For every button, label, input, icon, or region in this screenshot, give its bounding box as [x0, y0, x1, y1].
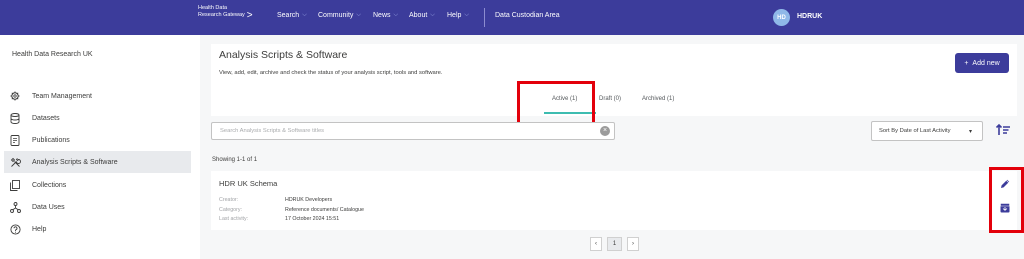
sidebar-item-label: Help	[32, 225, 47, 233]
sidebar-item-data-uses[interactable]: Data Uses	[4, 196, 191, 218]
edit-pencil-icon[interactable]	[999, 177, 1011, 189]
logo-line2: Research Gateway	[198, 12, 245, 18]
sidebar-item-datasets[interactable]: Datasets	[4, 107, 191, 129]
sort-label: Sort By Date of Last Activity	[879, 128, 951, 134]
add-new-label: Add new	[972, 59, 1000, 67]
result-title[interactable]: HDR UK Schema	[219, 179, 277, 188]
sidebar-item-label: Publications	[32, 136, 70, 144]
plus-icon: +	[964, 59, 969, 67]
sidebar-item-label: Data Uses	[32, 203, 65, 211]
nav-news[interactable]: News ⌵	[373, 12, 398, 19]
next-page-button[interactable]: ›	[627, 237, 639, 251]
tab-active[interactable]: Active (1)	[552, 96, 577, 102]
nav-help-label: Help	[447, 12, 462, 19]
sort-select[interactable]: Sort By Date of Last Activity ▾	[871, 121, 983, 141]
sidebar-item-label: Datasets	[32, 114, 60, 122]
chevron-down-icon: ⌵	[430, 12, 435, 18]
meta-row-creator: Creator: HDRUK Developers	[219, 197, 332, 203]
database-icon	[9, 112, 21, 124]
pagination: ‹ 1 ›	[590, 237, 639, 251]
chevron-down-icon: ⌵	[393, 12, 399, 18]
result-card: HDR UK Schema Creator: HDRUK Developers …	[211, 171, 1017, 230]
meta-value: HDRUK Developers	[285, 197, 333, 203]
nav-custodian-area[interactable]: Data Custodian Area	[495, 12, 560, 19]
nav-news-label: News	[373, 12, 391, 19]
chevron-down-icon: ⌵	[464, 12, 469, 18]
sidebar-item-help[interactable]: Help	[4, 218, 191, 240]
sidebar-item-label: Analysis Scripts & Software	[32, 158, 118, 166]
collections-icon	[9, 179, 21, 191]
sidebar-item-label: Collections	[32, 181, 67, 189]
chevron-down-icon: ⌵	[302, 12, 307, 18]
search-input[interactable]: Search Analysis Scripts & Software title…	[211, 122, 615, 140]
user-avatar[interactable]: HD	[773, 9, 790, 26]
user-name[interactable]: HDRUK	[797, 13, 822, 20]
sidebar-item-collections[interactable]: Collections	[4, 174, 191, 196]
meta-key: Category:	[219, 207, 242, 213]
sidebar-item-label: Team Management	[32, 92, 92, 100]
meta-value: Reference documents/ Catalogue	[285, 207, 364, 213]
nav-about[interactable]: About ⌵	[409, 12, 435, 19]
meta-key: Creator:	[219, 197, 239, 203]
nav-search[interactable]: Search ⌵	[277, 12, 307, 19]
nav-community[interactable]: Community ⌵	[318, 12, 361, 19]
nav-search-label: Search	[277, 12, 300, 19]
page-description: View, add, edit, archive and check the s…	[219, 70, 443, 76]
results-count: Showing 1-1 of 1	[212, 157, 258, 163]
sort-order-icon[interactable]	[995, 122, 1011, 138]
prev-page-button[interactable]: ‹	[590, 237, 602, 251]
document-icon	[9, 134, 21, 146]
gateway-logo[interactable]: Health Data Research Gateway >	[198, 5, 253, 21]
tab-draft[interactable]: Draft (0)	[599, 96, 621, 102]
add-new-button[interactable]: + Add new	[955, 53, 1009, 73]
org-name: Health Data Research UK	[12, 51, 93, 58]
logo-line1: Health Data	[198, 5, 228, 11]
gear-icon	[9, 90, 21, 102]
meta-key: Last activity:	[219, 216, 249, 222]
network-icon	[9, 201, 21, 213]
page-header-card: Analysis Scripts & Software View, add, e…	[211, 44, 1017, 116]
chevron-down-icon: ▾	[969, 129, 973, 135]
top-navbar: Health Data Research Gateway > Search ⌵ C…	[0, 0, 1024, 35]
active-tab-indicator	[544, 112, 596, 114]
chevron-down-icon: ⌵	[356, 12, 361, 18]
nav-about-label: About	[409, 12, 428, 19]
archive-icon[interactable]	[999, 201, 1011, 213]
sidebar: Health Data Research UK Team Management …	[0, 35, 200, 259]
tools-icon	[9, 156, 21, 168]
meta-row-last-activity: Last activity: 17 October 2024 15:51	[219, 216, 339, 222]
clear-icon[interactable]: ×	[600, 126, 610, 136]
page-title: Analysis Scripts & Software	[219, 49, 348, 61]
nav-divider	[484, 8, 485, 27]
nav-community-label: Community	[318, 12, 354, 19]
tab-archived[interactable]: Archived (1)	[642, 96, 674, 102]
search-placeholder: Search Analysis Scripts & Software title…	[220, 128, 325, 134]
nav-help[interactable]: Help ⌵	[447, 12, 469, 19]
page-button-current[interactable]: 1	[607, 237, 622, 251]
sidebar-item-publications[interactable]: Publications	[4, 129, 191, 151]
sidebar-item-analysis-scripts[interactable]: Analysis Scripts & Software	[4, 151, 191, 173]
help-icon	[9, 223, 21, 235]
sidebar-item-team-management[interactable]: Team Management	[4, 85, 191, 107]
meta-value: 17 October 2024 15:51	[285, 216, 340, 222]
logo-chevron-icon: >	[246, 10, 253, 21]
meta-row-category: Category: Reference documents/ Catalogue	[219, 207, 364, 213]
